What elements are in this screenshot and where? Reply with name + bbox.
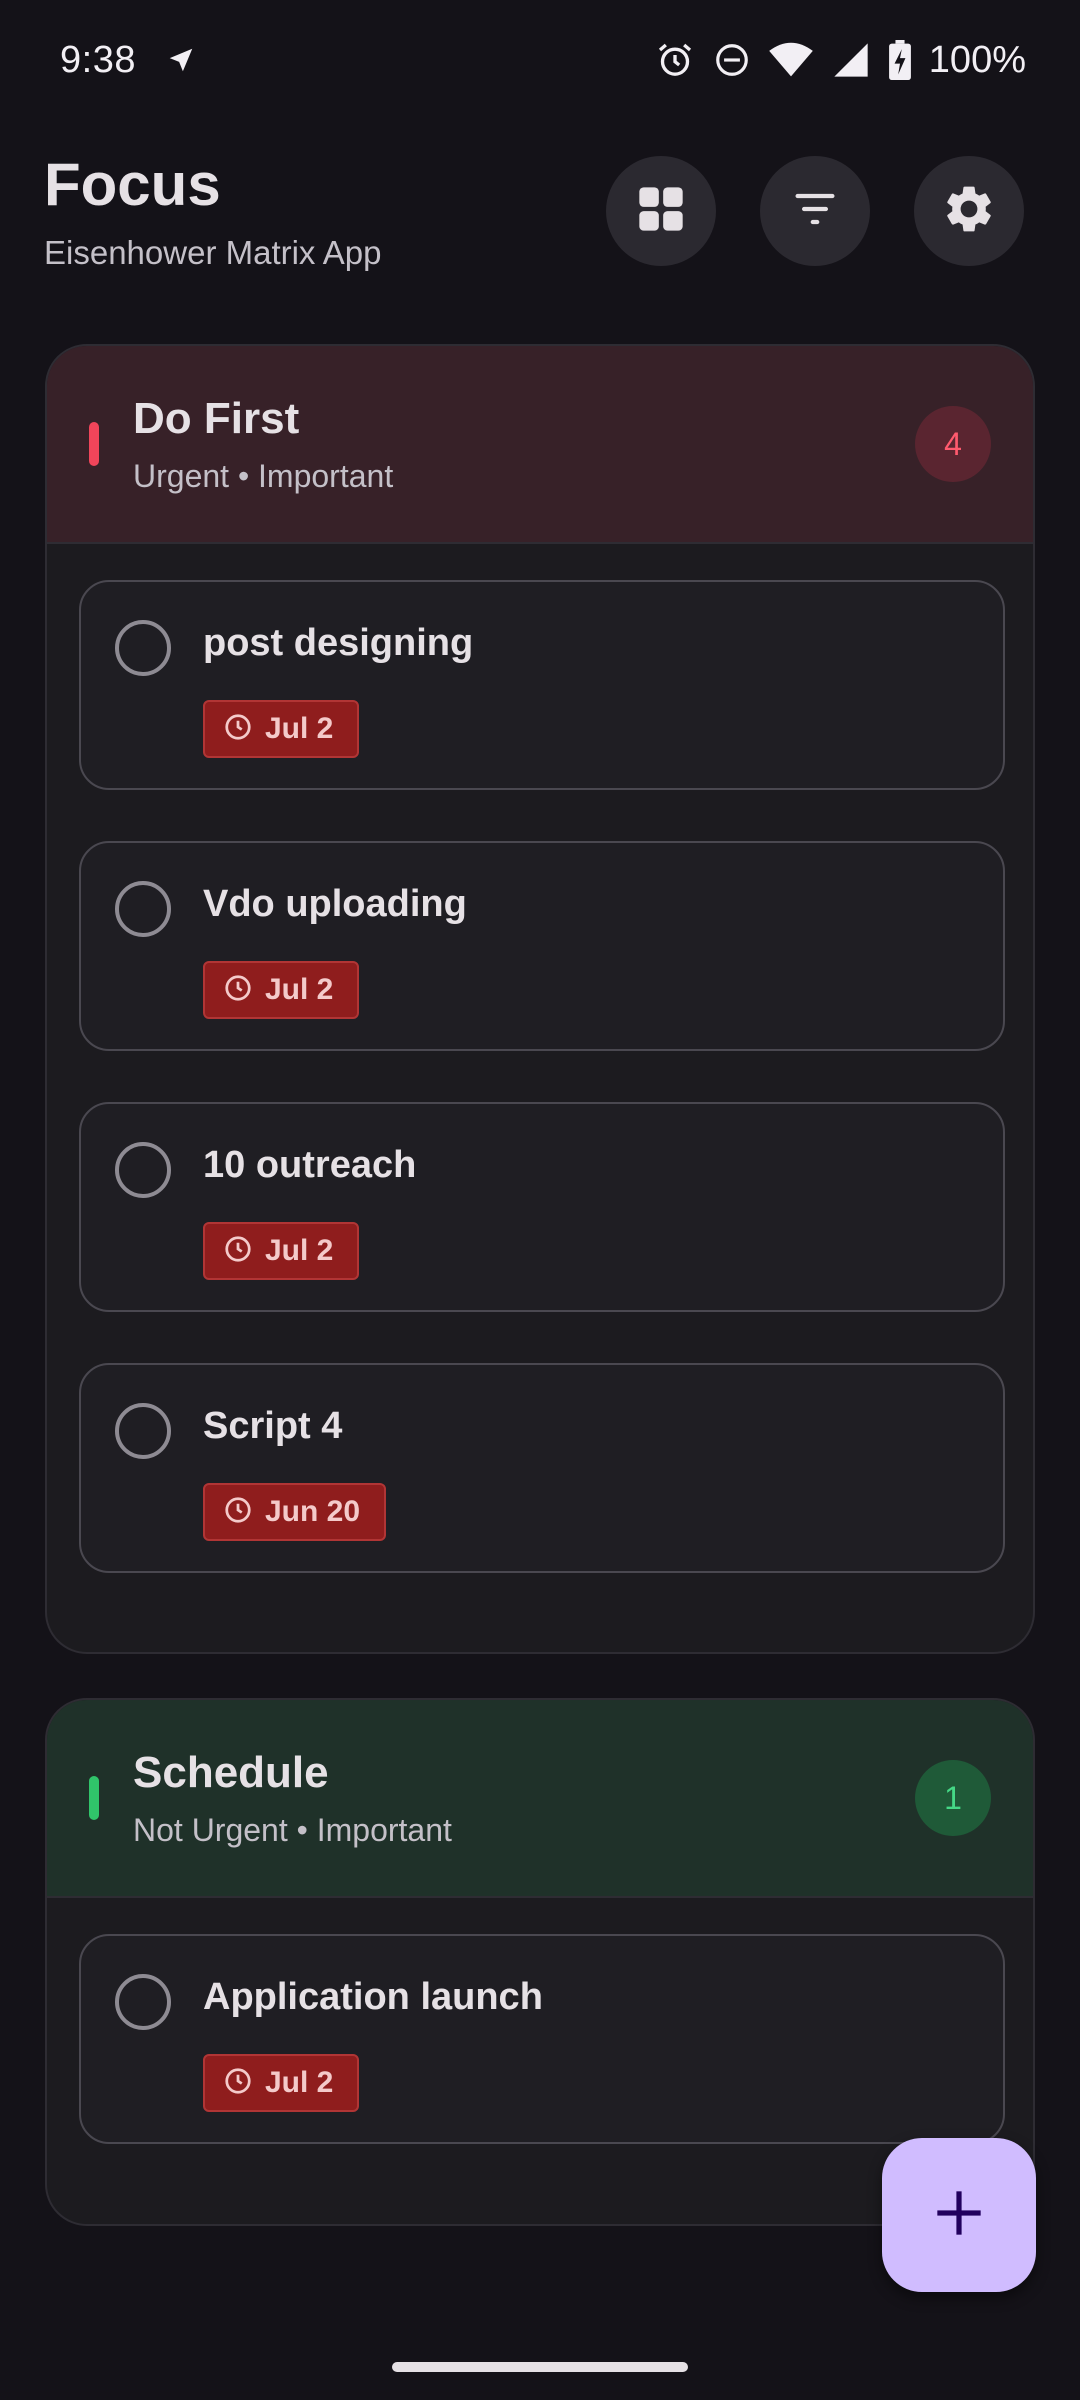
quadrant-do-first: Do First Urgent • Important 4 post desig… (45, 344, 1035, 1654)
app-title: Focus (44, 151, 221, 218)
alarm-icon (655, 40, 695, 80)
status-right: 100% (655, 39, 1026, 82)
due-date: Jul 2 (265, 1234, 334, 1267)
clock-icon (223, 973, 253, 1008)
task-card[interactable]: Application launch Jul 2 (79, 1934, 1005, 2144)
grid-view-icon (635, 183, 687, 240)
signal-icon (831, 40, 871, 80)
due-date-chip: Jul 2 (203, 2054, 360, 2112)
wifi-icon (768, 40, 813, 80)
status-left: 9:38 (60, 39, 196, 82)
task-title: post designing (203, 622, 474, 664)
section-subtitle: Not Urgent • Important (133, 1812, 452, 1848)
settings-icon (941, 181, 997, 242)
section-subtitle: Urgent • Important (133, 458, 394, 494)
app-header: Focus Eisenhower Matrix App (0, 140, 1080, 300)
filter-icon (789, 183, 841, 240)
task-checkbox[interactable] (115, 1403, 171, 1459)
due-date: Jul 2 (265, 2066, 334, 2099)
clock-icon (223, 2066, 253, 2101)
clock-icon (223, 712, 253, 747)
clock-icon (223, 1234, 253, 1269)
status-bar: 9:38 100% (0, 0, 1080, 120)
task-card[interactable]: Script 4 Jun 20 (79, 1363, 1005, 1573)
task-checkbox[interactable] (115, 1974, 171, 2030)
do-not-disturb-icon (713, 41, 751, 79)
task-title: Script 4 (203, 1405, 343, 1447)
filter-button[interactable] (760, 156, 870, 266)
plus-icon (933, 2187, 985, 2244)
task-title: 10 outreach (203, 1144, 417, 1186)
task-count-badge: 4 (915, 406, 991, 482)
accent-bar (89, 422, 99, 466)
task-checkbox[interactable] (115, 620, 171, 676)
due-date: Jul 2 (265, 712, 334, 745)
home-indicator[interactable] (392, 2362, 688, 2372)
grid-view-button[interactable] (606, 156, 716, 266)
task-count-badge: 1 (915, 1760, 991, 1836)
due-date-chip: Jul 2 (203, 700, 360, 758)
task-card[interactable]: post designing Jul 2 (79, 580, 1005, 790)
section-title: Do First (133, 394, 300, 443)
task-checkbox[interactable] (115, 881, 171, 937)
navigation-icon (166, 45, 196, 75)
battery-charging-icon (888, 40, 911, 80)
task-card[interactable]: Vdo uploading Jul 2 (79, 841, 1005, 1051)
quadrant-schedule: Schedule Not Urgent • Important 1 Applic… (45, 1698, 1035, 2226)
section-header[interactable]: Schedule Not Urgent • Important 1 (47, 1700, 1033, 1898)
settings-button[interactable] (914, 156, 1024, 266)
due-date: Jun 20 (265, 1495, 361, 1528)
section-title: Schedule (133, 1748, 329, 1797)
accent-bar (89, 1776, 99, 1820)
due-date-chip: Jul 2 (203, 1222, 360, 1280)
task-title: Application launch (203, 1976, 543, 2018)
clock-icon (223, 1495, 253, 1530)
due-date: Jul 2 (265, 973, 334, 1006)
add-task-button[interactable] (882, 2138, 1036, 2292)
task-card[interactable]: 10 outreach Jul 2 (79, 1102, 1005, 1312)
section-header[interactable]: Do First Urgent • Important 4 (47, 346, 1033, 544)
status-time: 9:38 (60, 38, 136, 81)
due-date-chip: Jun 20 (203, 1483, 387, 1541)
task-title: Vdo uploading (203, 883, 467, 925)
due-date-chip: Jul 2 (203, 961, 360, 1019)
task-checkbox[interactable] (115, 1142, 171, 1198)
battery-percentage: 100% (928, 38, 1026, 81)
app-subtitle: Eisenhower Matrix App (44, 234, 382, 271)
